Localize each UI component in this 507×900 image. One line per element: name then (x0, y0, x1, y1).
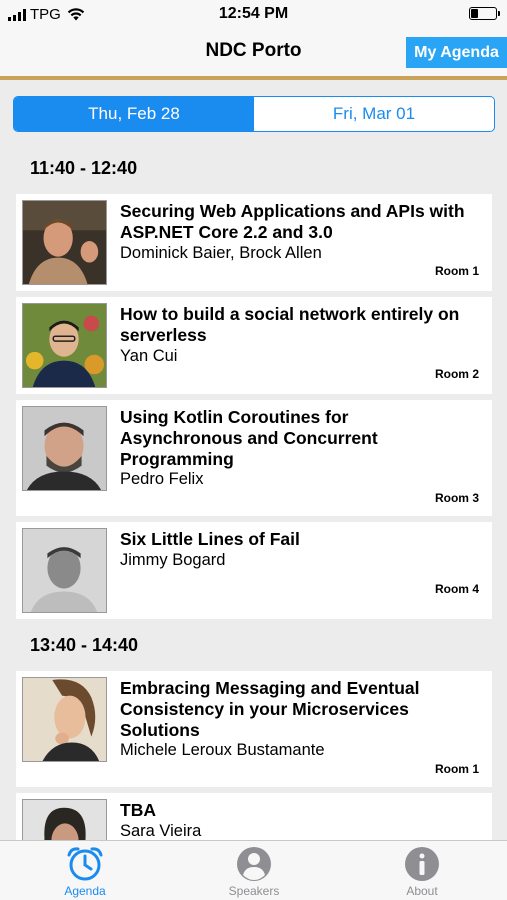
tab-bar: Agenda Speakers About (0, 840, 507, 900)
my-agenda-button[interactable]: My Agenda (406, 37, 507, 68)
tab-label: Agenda (64, 884, 106, 898)
time-slot-header: 11:40 - 12:40 (30, 158, 138, 178)
session-card[interactable]: Embracing Messaging and Eventual Consist… (16, 671, 492, 787)
speaker-photo (22, 406, 107, 491)
day-selector: Thu, Feb 28 Fri, Mar 01 (13, 96, 495, 132)
session-title: Securing Web Applications and APIs with … (120, 201, 465, 242)
session-room: Room 3 (434, 491, 479, 505)
session-room: Room 1 (434, 264, 479, 278)
person-icon (237, 847, 271, 881)
tab-label: About (406, 884, 438, 898)
tab-speakers[interactable]: Speakers (194, 841, 314, 900)
session-speaker: Jimmy Bogard (120, 551, 226, 569)
tab-label: Speakers (228, 884, 280, 898)
alarm-clock-icon (67, 847, 103, 881)
time-slot-header: 13:40 - 14:40 (30, 635, 139, 655)
tab-about[interactable]: About (362, 841, 482, 900)
nav-bar: NDC Porto My Agenda (0, 28, 507, 80)
session-speaker: Dominick Baier, Brock Allen (120, 244, 322, 262)
status-bar: TPG 12:54 PM (0, 0, 507, 28)
speaker-photo (22, 200, 107, 285)
info-icon (405, 847, 439, 881)
session-card[interactable]: Securing Web Applications and APIs with … (16, 194, 492, 291)
session-title: TBA (120, 800, 156, 820)
session-title: Using Kotlin Coroutines for Asynchronous… (120, 407, 378, 469)
session-speaker: Sara Vieira (120, 822, 202, 840)
battery-icon (469, 7, 500, 20)
speaker-photo (22, 303, 107, 388)
session-title: Six Little Lines of Fail (120, 529, 300, 549)
session-card[interactable]: How to build a social network entirely o… (16, 297, 492, 394)
session-room: Room 4 (434, 582, 479, 596)
session-speaker: Michele Leroux Bustamante (120, 741, 325, 759)
speaker-photo (22, 528, 107, 613)
speaker-photo (22, 677, 107, 762)
session-title: Embracing Messaging and Eventual Consist… (120, 678, 420, 740)
session-card[interactable]: Using Kotlin Coroutines for Asynchronous… (16, 400, 492, 516)
session-speaker: Pedro Felix (120, 470, 204, 488)
session-speaker: Yan Cui (120, 347, 178, 365)
tab-agenda[interactable]: Agenda (25, 841, 145, 900)
status-time: 12:54 PM (218, 5, 289, 22)
session-room: Room 1 (434, 762, 479, 776)
session-room: Room 2 (434, 367, 479, 381)
day-tab-fri[interactable]: Fri, Mar 01 (254, 97, 494, 131)
day-tab-thu[interactable]: Thu, Feb 28 (14, 97, 254, 131)
session-title: How to build a social network entirely o… (120, 304, 460, 345)
session-card[interactable]: Six Little Lines of Fail Jimmy Bogard Ro… (16, 522, 492, 619)
